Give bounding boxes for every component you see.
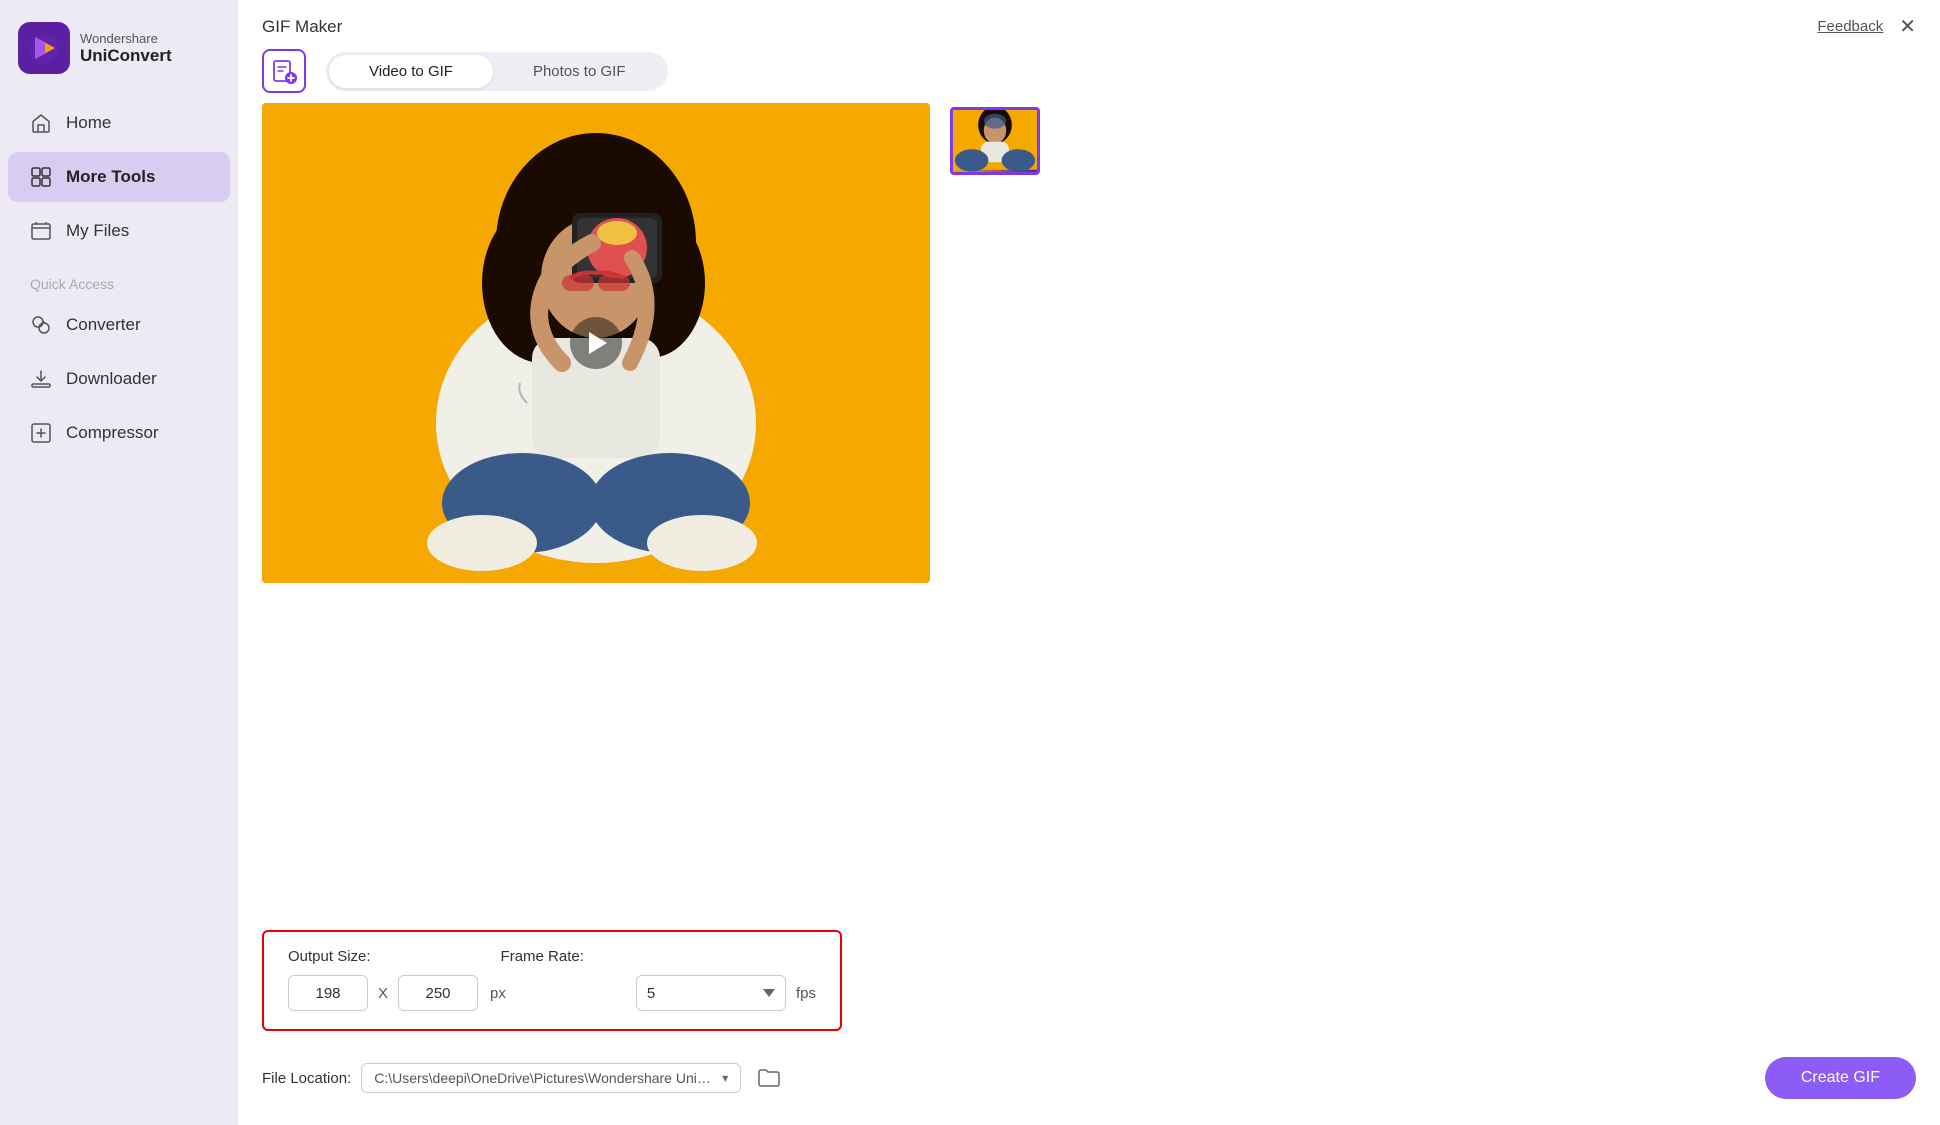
content-area xyxy=(238,103,1940,914)
width-input[interactable] xyxy=(288,975,368,1011)
play-button[interactable] xyxy=(570,317,622,369)
sidebar-item-compressor[interactable]: Compressor xyxy=(8,408,230,458)
sidebar-item-more-tools-label: More Tools xyxy=(66,167,155,187)
sidebar-item-home[interactable]: Home xyxy=(8,98,230,148)
converter-icon xyxy=(30,314,52,336)
settings-inputs-row: X px 5 10 15 20 25 30 fps xyxy=(288,975,816,1011)
file-location-input[interactable]: C:\Users\deepi\OneDrive\Pictures\Wonders… xyxy=(361,1063,741,1093)
browse-folder-button[interactable] xyxy=(751,1060,787,1096)
sidebar-item-home-label: Home xyxy=(66,113,111,133)
x-separator: X xyxy=(378,985,388,1002)
file-location-dropdown-icon[interactable]: ▾ xyxy=(722,1071,728,1085)
file-location-path: C:\Users\deepi\OneDrive\Pictures\Wonders… xyxy=(374,1070,716,1086)
sidebar-item-my-files[interactable]: My Files xyxy=(8,206,230,256)
fps-select[interactable]: 5 10 15 20 25 30 xyxy=(636,975,786,1011)
add-file-button[interactable] xyxy=(262,49,306,93)
app-logo-icon xyxy=(18,22,70,74)
product-name: UniConvert xyxy=(80,46,172,66)
home-icon xyxy=(30,112,52,134)
sidebar-item-my-files-label: My Files xyxy=(66,221,129,241)
sidebar-item-more-tools[interactable]: More Tools xyxy=(8,152,230,202)
output-size-label: Output Size: xyxy=(288,948,371,965)
video-preview[interactable] xyxy=(262,103,930,583)
sidebar-item-converter[interactable]: Converter xyxy=(8,300,230,350)
tabs-container: Video to GIF Photos to GIF xyxy=(326,52,668,91)
thumbnail-preview xyxy=(953,110,1037,172)
sidebar-item-compressor-label: Compressor xyxy=(66,423,159,443)
my-files-icon xyxy=(30,220,52,242)
logo-text: Wondershare UniConvert xyxy=(80,31,172,66)
frame-rate-label: Frame Rate: xyxy=(501,948,584,965)
quick-access-label: Quick Access xyxy=(0,258,238,298)
settings-box: Output Size: Frame Rate: X px 5 10 15 20… xyxy=(262,930,842,1031)
create-gif-button[interactable]: Create GIF xyxy=(1765,1057,1916,1099)
close-button[interactable]: ✕ xyxy=(1899,14,1916,39)
header-right: Feedback ✕ xyxy=(1817,14,1916,39)
height-input[interactable] xyxy=(398,975,478,1011)
downloader-icon xyxy=(30,368,52,390)
sidebar-item-converter-label: Converter xyxy=(66,315,141,335)
main-content: GIF Maker Feedback ✕ Video to GIF Photos… xyxy=(238,0,1940,1125)
sidebar-item-downloader[interactable]: Downloader xyxy=(8,354,230,404)
window-title: GIF Maker xyxy=(262,17,342,37)
more-tools-icon xyxy=(30,166,52,188)
tab-video-to-gif[interactable]: Video to GIF xyxy=(329,55,493,88)
thumbnail-item[interactable] xyxy=(950,107,1040,175)
fps-label: fps xyxy=(796,985,816,1002)
logo-area: Wondershare UniConvert xyxy=(0,0,238,96)
play-icon xyxy=(589,332,607,354)
tab-photos-to-gif[interactable]: Photos to GIF xyxy=(493,55,666,88)
compressor-icon xyxy=(30,422,52,444)
sidebar-item-downloader-label: Downloader xyxy=(66,369,157,389)
header: GIF Maker Feedback ✕ xyxy=(238,0,1940,39)
px-label: px xyxy=(490,985,506,1002)
sidebar: Wondershare UniConvert Home More Tools M… xyxy=(0,0,238,1125)
toolbar: Video to GIF Photos to GIF xyxy=(238,39,1940,103)
feedback-link[interactable]: Feedback xyxy=(1817,18,1883,35)
thumbnail-panel xyxy=(950,103,1040,914)
settings-labels-row: Output Size: Frame Rate: xyxy=(288,948,816,965)
file-location-row: File Location: C:\Users\deepi\OneDrive\P… xyxy=(238,1047,1940,1109)
file-location-label: File Location: xyxy=(262,1070,351,1087)
brand-name: Wondershare xyxy=(80,31,172,46)
